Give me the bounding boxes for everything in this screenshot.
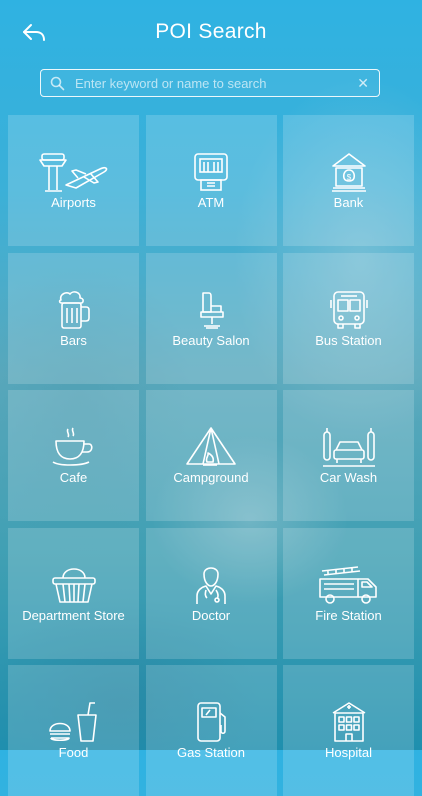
category-tile-bus-station[interactable]: Bus Station: [283, 252, 414, 384]
category-tile-department-store[interactable]: Department Store: [8, 527, 139, 659]
category-label: Fire Station: [315, 607, 382, 623]
search-bar: ✕: [40, 69, 380, 97]
category-label: Doctor: [191, 607, 231, 623]
salon-chair-icon: [146, 287, 277, 333]
category-tile-fire-station[interactable]: Fire Station: [283, 527, 414, 659]
category-label: Gas Station: [177, 745, 245, 760]
category-tile-hospital[interactable]: Hospital: [283, 665, 414, 796]
category-tile-car-wash[interactable]: Car Wash: [283, 390, 414, 521]
category-label: Airports: [51, 195, 96, 210]
page-title: POI Search: [155, 20, 267, 43]
car-wash-icon: [283, 424, 414, 470]
category-label: Department Store: [22, 607, 125, 623]
category-tile-bank[interactable]: $ Bank: [283, 115, 414, 246]
gas-pump-icon: [146, 699, 277, 745]
category-label: Campground: [173, 470, 249, 485]
search-input[interactable]: [73, 70, 347, 97]
category-tile-airports[interactable]: Airports: [8, 115, 139, 246]
search-icon: [50, 76, 65, 91]
airport-icon: [8, 149, 139, 195]
hospital-icon: [283, 699, 414, 745]
category-tile-doctor[interactable]: Doctor: [145, 527, 277, 659]
category-tile-cafe[interactable]: Cafe: [8, 390, 139, 521]
tent-icon: [146, 424, 277, 470]
svg-text:$: $: [346, 173, 351, 182]
basket-icon: [8, 562, 139, 608]
category-label: Car Wash: [319, 470, 378, 485]
category-label: Bank: [333, 195, 364, 210]
category-label: ATM: [197, 195, 225, 210]
atm-icon: [146, 149, 277, 195]
clear-search-button[interactable]: ✕: [357, 74, 369, 92]
category-label: Food: [58, 745, 89, 760]
bus-icon: [283, 287, 414, 333]
category-tile-bars[interactable]: Bars: [8, 252, 139, 384]
beer-mug-icon: [8, 287, 139, 333]
category-tile-food[interactable]: Food: [8, 665, 139, 796]
food-icon: [8, 699, 139, 745]
category-tile-beauty-salon[interactable]: Beauty Salon: [145, 252, 277, 384]
bank-icon: $: [283, 149, 414, 195]
category-label: Bus Station: [315, 332, 382, 348]
category-label: Hospital: [325, 745, 372, 760]
coffee-cup-icon: [8, 424, 139, 470]
category-label: Cafe: [59, 470, 88, 485]
doctor-icon: [146, 562, 277, 608]
category-label: Bars: [60, 332, 87, 348]
fire-truck-icon: [283, 562, 414, 608]
category-tile-atm[interactable]: ATM: [145, 115, 277, 246]
category-grid: Airports ATM $ Bank Bars Beauty Salon Bu…: [8, 115, 414, 796]
category-tile-campground[interactable]: Campground: [145, 390, 277, 521]
header: POI Search: [0, 0, 422, 64]
category-label: Beauty Salon: [172, 332, 250, 348]
category-tile-gas-station[interactable]: Gas Station: [145, 665, 277, 796]
